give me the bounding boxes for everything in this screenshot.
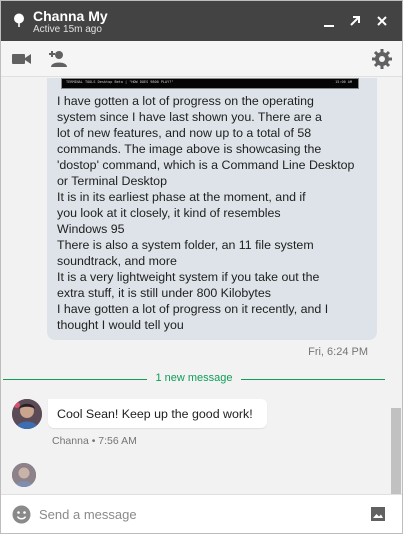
add-person-icon[interactable] (47, 48, 69, 70)
message-input[interactable] (39, 504, 357, 524)
title-bar[interactable]: Channa My Active 15m ago (1, 1, 402, 41)
outgoing-timestamp: Fri, 6:24 PM (308, 346, 368, 358)
read-receipt-avatar (12, 463, 36, 487)
scrollbar-thumb[interactable] (391, 408, 401, 494)
message-line: It is in its earliest phase at the momen… (57, 190, 306, 204)
popout-icon[interactable] (347, 13, 363, 29)
minimize-icon[interactable] (321, 13, 337, 29)
message-line: extra stuff, it is still under 800 Kilob… (57, 286, 271, 300)
incoming-message-bubble: Cool Sean! Keep up the good work! (48, 399, 267, 428)
message-line: 'dostop' command, which is a Command Lin… (57, 158, 355, 172)
attached-image-clock: 15:00 AM (335, 80, 352, 84)
message-list[interactable]: TERMINAL TOOLS Desktop Beta | "HOW DOES … (1, 78, 402, 494)
image-icon[interactable] (370, 506, 386, 522)
avatar[interactable] (12, 399, 42, 429)
chat-toolbar (1, 41, 402, 77)
outgoing-message-bubble: TERMINAL TOOLS Desktop Beta | "HOW DOES … (47, 78, 377, 340)
divider-line-right (241, 379, 385, 380)
new-message-label: 1 new message (155, 372, 233, 384)
attached-image[interactable]: TERMINAL TOOLS Desktop Beta | "HOW DOES … (61, 78, 359, 89)
message-line: thought I would tell you (57, 318, 184, 332)
gear-icon[interactable] (371, 48, 393, 70)
message-line: It is a very lightweight system if you t… (57, 270, 320, 284)
video-camera-icon[interactable] (11, 48, 33, 70)
message-line: Windows 95 (57, 222, 125, 236)
status-dot-icon (14, 13, 24, 27)
message-line: or Terminal Desktop (57, 174, 167, 188)
contact-status: Active 15m ago (33, 24, 102, 35)
chat-window: Channa My Active 15m ago TERMINAL TOOLS … (0, 0, 403, 534)
message-line: I have gotten a lot of progress on the o… (57, 94, 314, 108)
message-line: you look at it closely, it kind of resem… (57, 206, 281, 220)
message-line: system since I have last shown you. Ther… (57, 110, 322, 124)
contact-name: Channa My (33, 8, 108, 24)
incoming-message-text: Cool Sean! Keep up the good work! (57, 407, 253, 421)
outgoing-message-text: I have gotten a lot of progress on the o… (57, 93, 375, 333)
message-line: commands. The image above is showcasing … (57, 142, 322, 156)
new-message-divider: 1 new message (1, 370, 386, 390)
avatar-image (12, 399, 42, 429)
divider-line-left (3, 379, 147, 380)
message-line: soundtrack, and more (57, 254, 177, 268)
close-icon[interactable] (374, 13, 390, 29)
avatar-image (12, 463, 36, 487)
message-line: There is also a system folder, an 11 fil… (57, 238, 314, 252)
message-line: lot of new features, and now up to a tot… (57, 126, 312, 140)
message-line: I have gotten a lot of progress on it re… (57, 302, 329, 316)
emoji-icon[interactable] (12, 505, 31, 524)
attached-image-caption: TERMINAL TOOLS Desktop Beta | "HOW DOES … (66, 80, 174, 84)
message-composer (1, 494, 402, 533)
incoming-message-meta: Channa • 7:56 AM (52, 435, 137, 447)
